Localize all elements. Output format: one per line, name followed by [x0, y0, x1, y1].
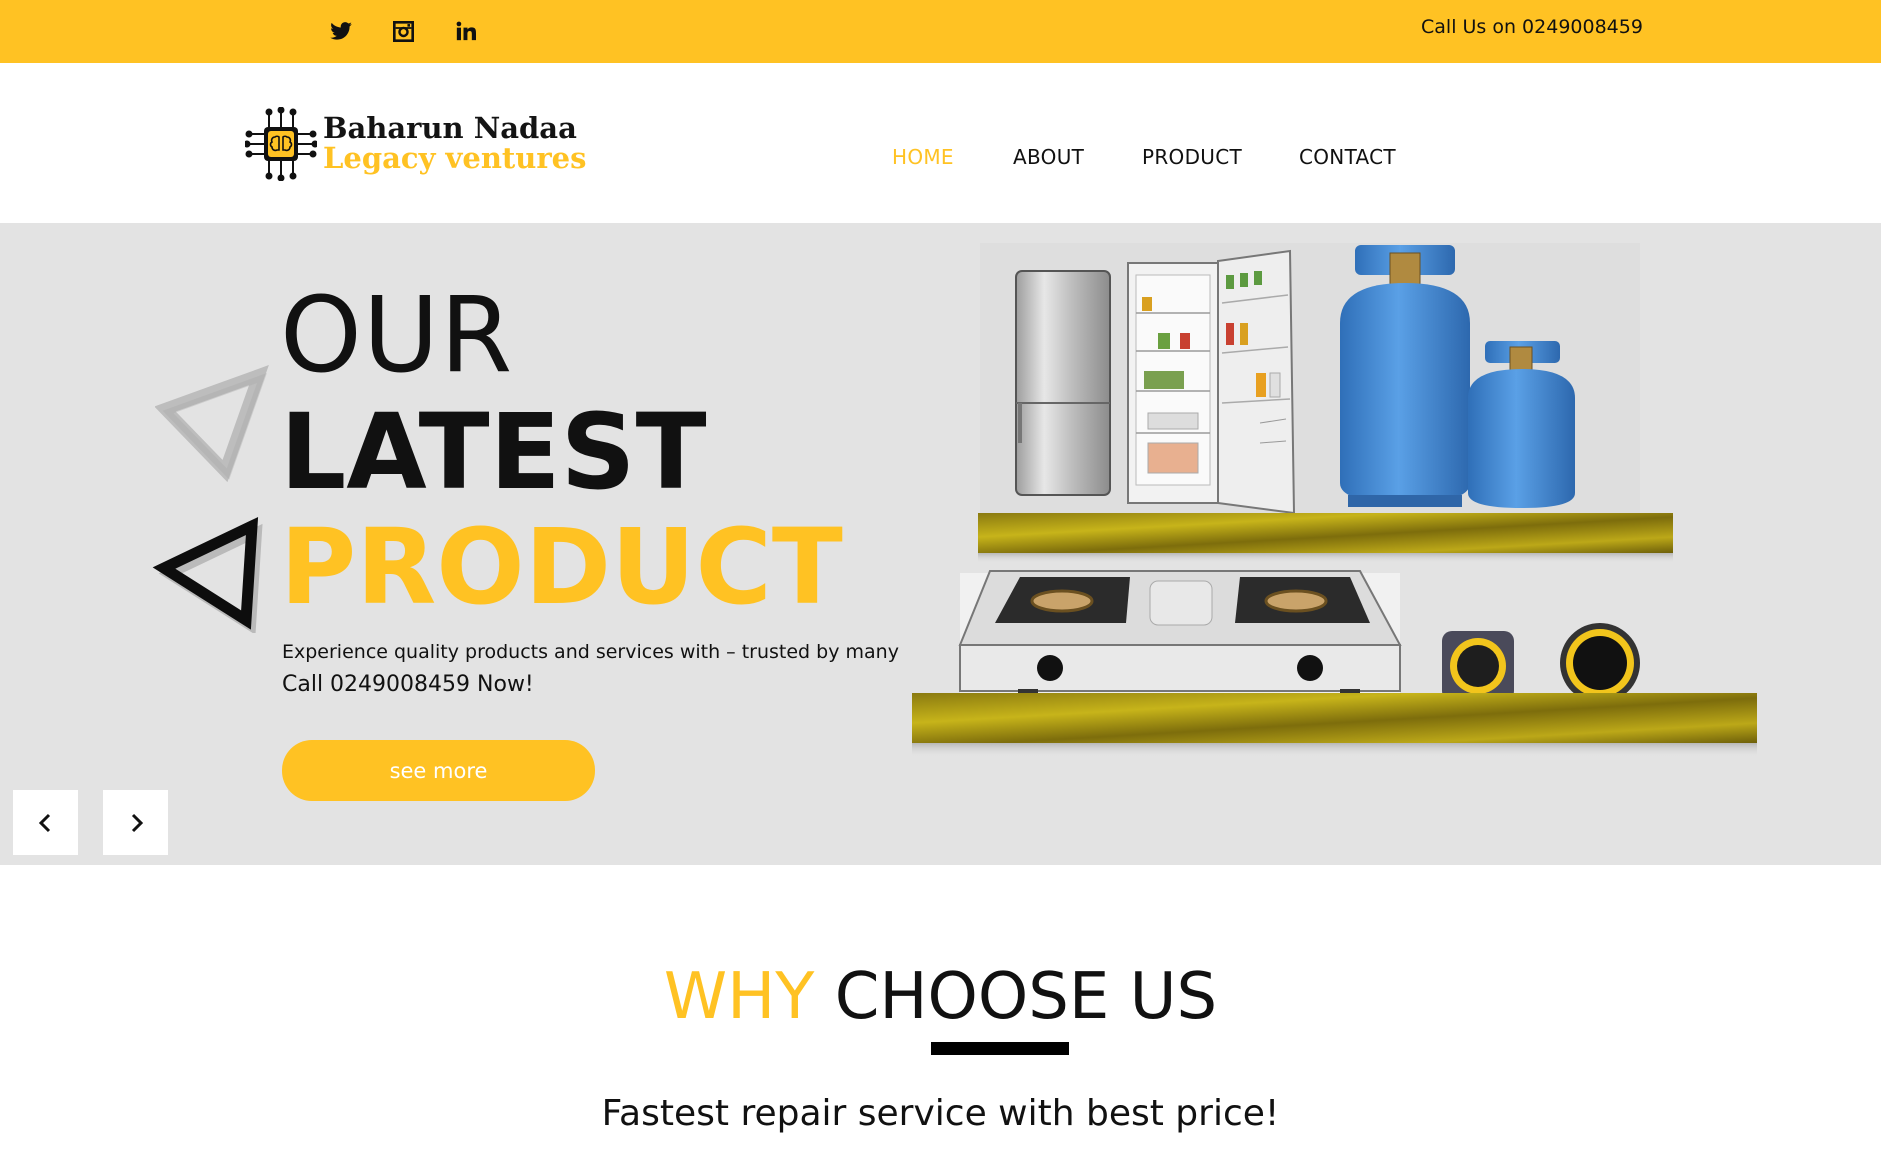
twitter-icon[interactable] — [328, 18, 354, 44]
triangle-outline-gray-icon — [155, 365, 269, 483]
slider-next-button[interactable] — [103, 790, 168, 855]
hero-subtitle: Experience quality products and services… — [282, 641, 899, 663]
hero-slider: OUR LATEST PRODUCT Experience quality pr… — [0, 223, 1881, 865]
linkedin-icon[interactable] — [453, 18, 479, 44]
chevron-right-icon — [131, 813, 143, 832]
fridge-single — [1015, 270, 1111, 496]
gas-stove — [958, 570, 1402, 703]
nav-contact[interactable]: CONTACT — [1299, 145, 1396, 169]
section-title: WHY CHOOSE US — [0, 965, 1881, 1029]
hero-call: Call 0249008459 Now! — [282, 672, 534, 697]
call-us-text: Call Us on 0249008459 — [1421, 16, 1643, 38]
section-title-accent: WHY — [663, 960, 815, 1034]
nav-product[interactable]: PRODUCT — [1142, 145, 1242, 169]
nav-about[interactable]: ABOUT — [1013, 145, 1084, 169]
logo-chip-icon — [245, 107, 317, 181]
logo-subtitle: Legacy ventures — [323, 141, 587, 175]
thermostat-square — [1442, 631, 1514, 701]
instagram-icon[interactable] — [390, 18, 416, 44]
section-tagline: Fastest repair service with best price! — [601, 1093, 1280, 1134]
hero-product-image — [912, 243, 1757, 757]
thermostat-round — [1560, 623, 1640, 703]
nav-home[interactable]: HOME — [892, 145, 954, 169]
upper-shelf — [978, 513, 1673, 563]
hero-title-line3: PRODUCT — [280, 506, 843, 628]
chevron-left-icon — [38, 813, 50, 832]
lower-shelf — [912, 693, 1757, 757]
logo[interactable]: Baharun Nadaa Legacy ventures — [245, 105, 586, 185]
section-title-underline — [931, 1042, 1069, 1055]
site-header: Baharun Nadaa Legacy ventures HOME ABOUT… — [0, 63, 1881, 223]
logo-title: Baharun Nadaa — [323, 111, 577, 145]
section-title-main: CHOOSE US — [834, 960, 1218, 1034]
hero-title-line1: OUR — [280, 274, 514, 396]
fridge-open — [1127, 249, 1296, 515]
triangle-outline-black-icon — [152, 517, 263, 633]
slider-prev-button[interactable] — [13, 790, 78, 855]
hero-title-line2: LATEST — [280, 391, 707, 513]
see-more-button[interactable]: see more — [282, 740, 595, 801]
top-bar: Call Us on 0249008459 — [0, 0, 1881, 63]
